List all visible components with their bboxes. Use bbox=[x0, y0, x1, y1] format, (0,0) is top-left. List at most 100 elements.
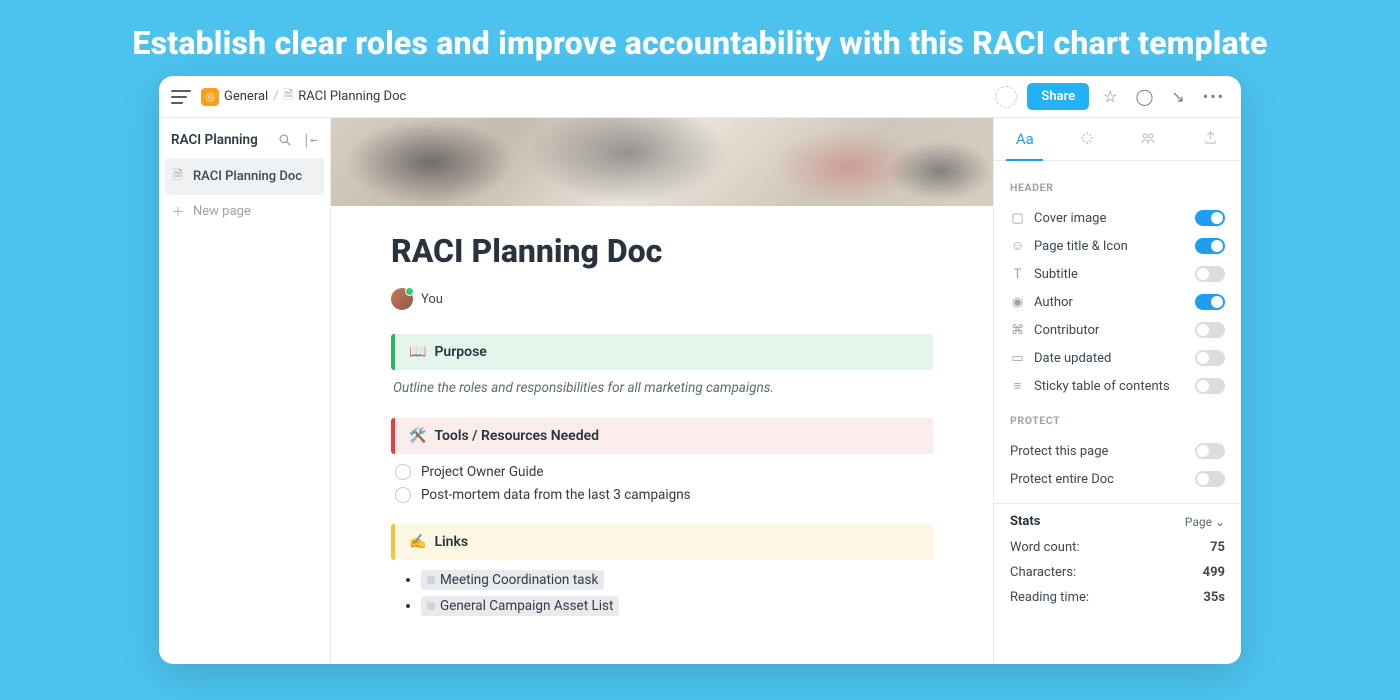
option-label: Cover image bbox=[1034, 211, 1106, 226]
collapse-sidebar-icon[interactable]: |← bbox=[302, 133, 318, 148]
breadcrumb-space: General bbox=[224, 89, 268, 104]
option-label: Subtitle bbox=[1034, 267, 1078, 282]
checkbox-icon[interactable] bbox=[395, 487, 411, 503]
option-label: Author bbox=[1034, 295, 1073, 310]
more-icon[interactable]: ••• bbox=[1199, 87, 1229, 106]
breadcrumb[interactable]: ◎ General / 🗎 RACI Planning Doc bbox=[201, 86, 406, 107]
plus-icon: ＋ bbox=[171, 203, 185, 220]
purpose-heading: Purpose bbox=[434, 344, 486, 360]
toggle-cover-image[interactable] bbox=[1195, 210, 1225, 226]
author-name: You bbox=[421, 292, 443, 307]
app-window: ◎ General / 🗎 RACI Planning Doc Share ☆ … bbox=[159, 76, 1241, 664]
stat-value: 75 bbox=[1210, 540, 1225, 555]
breadcrumb-doc: RACI Planning Doc bbox=[298, 89, 406, 104]
option-cover-image: ▢ Cover image bbox=[1010, 204, 1225, 232]
toggle-date-updated[interactable] bbox=[1195, 350, 1225, 366]
task-chip[interactable]: General Campaign Asset List bbox=[421, 596, 619, 616]
person-icon: ◉ bbox=[1010, 295, 1025, 310]
tab-share[interactable] bbox=[1179, 118, 1241, 160]
stat-label: Characters: bbox=[1010, 565, 1076, 580]
list-icon: ≡ bbox=[1010, 378, 1025, 394]
document-body[interactable]: RACI Planning Doc You 📖 Purpose Outline … bbox=[331, 206, 993, 664]
stat-word-count: Word count: 75 bbox=[1010, 535, 1225, 560]
star-icon[interactable]: ☆ bbox=[1099, 87, 1121, 106]
tab-text-style[interactable]: Aa bbox=[994, 118, 1056, 160]
stat-reading-time: Reading time: 35s bbox=[1010, 585, 1225, 610]
sidebar-item-raci-planning-doc[interactable]: 🗎 RACI Planning Doc bbox=[165, 158, 324, 195]
calendar-icon: ▭ bbox=[1010, 351, 1025, 366]
stat-value: 499 bbox=[1203, 565, 1225, 580]
book-icon: 📖 bbox=[409, 344, 426, 360]
stat-characters: Characters: 499 bbox=[1010, 560, 1225, 585]
task-chip[interactable]: Meeting Coordination task bbox=[421, 570, 604, 590]
doc-icon: 🗎 bbox=[171, 166, 185, 187]
tab-collaborators[interactable] bbox=[1118, 118, 1180, 160]
cover-image[interactable] bbox=[331, 118, 993, 206]
links-list: Meeting Coordination task General Campai… bbox=[421, 570, 933, 616]
toggle-author[interactable] bbox=[1195, 294, 1225, 310]
toggle-subtitle[interactable] bbox=[1195, 266, 1225, 282]
option-protect-doc: Protect entire Doc bbox=[1010, 465, 1225, 493]
stats-title: Stats bbox=[1010, 514, 1040, 529]
avatar[interactable] bbox=[391, 288, 413, 310]
option-label: Protect entire Doc bbox=[1010, 472, 1114, 487]
stat-label: Reading time: bbox=[1010, 590, 1089, 605]
search-icon[interactable] bbox=[278, 133, 292, 148]
option-label: Date updated bbox=[1034, 351, 1111, 366]
progress-indicator-icon[interactable] bbox=[995, 86, 1017, 108]
checklist-item[interactable]: Project Owner Guide bbox=[395, 464, 933, 480]
chevron-down-icon: ⌄ bbox=[1215, 515, 1225, 529]
checkbox-icon[interactable] bbox=[395, 464, 411, 480]
list-item[interactable]: Meeting Coordination task bbox=[421, 570, 933, 590]
links-block[interactable]: ✍️ Links bbox=[391, 524, 933, 560]
page-title[interactable]: RACI Planning Doc bbox=[391, 232, 933, 270]
export-icon[interactable]: ↘ bbox=[1167, 87, 1188, 106]
people-icon: ⌘ bbox=[1010, 323, 1025, 338]
text-icon: T bbox=[1010, 267, 1025, 282]
comment-icon[interactable]: ◯ bbox=[1131, 87, 1157, 106]
option-label: Page title & Icon bbox=[1034, 239, 1128, 254]
smile-icon: ☺ bbox=[1010, 238, 1025, 254]
writing-hand-icon: ✍️ bbox=[409, 534, 426, 550]
purpose-body[interactable]: Outline the roles and responsibilities f… bbox=[393, 380, 933, 396]
hero-headline: Establish clear roles and improve accoun… bbox=[0, 0, 1400, 76]
menu-icon[interactable] bbox=[171, 90, 191, 104]
purpose-block[interactable]: 📖 Purpose bbox=[391, 334, 933, 370]
tools-heading: Tools / Resources Needed bbox=[434, 428, 599, 444]
option-page-title-icon: ☺ Page title & Icon bbox=[1010, 232, 1225, 260]
links-heading: Links bbox=[434, 534, 468, 550]
header-section-label: HEADER bbox=[1010, 181, 1225, 194]
tab-ai[interactable] bbox=[1056, 118, 1118, 160]
image-icon: ▢ bbox=[1010, 211, 1025, 226]
option-protect-page: Protect this page bbox=[1010, 437, 1225, 465]
option-author: ◉ Author bbox=[1010, 288, 1225, 316]
protect-section-label: PROTECT bbox=[1010, 414, 1225, 427]
inspector-tabs: Aa bbox=[994, 118, 1241, 161]
toggle-protect-doc[interactable] bbox=[1195, 471, 1225, 487]
tools-icon: 🛠️ bbox=[409, 428, 426, 444]
sidebar-item-label: RACI Planning Doc bbox=[193, 169, 302, 184]
tools-block[interactable]: 🛠️ Tools / Resources Needed bbox=[391, 418, 933, 454]
list-item[interactable]: General Campaign Asset List bbox=[421, 596, 933, 616]
option-label: Sticky table of contents bbox=[1034, 379, 1170, 394]
share-button[interactable]: Share bbox=[1027, 83, 1089, 110]
space-badge-icon: ◎ bbox=[201, 88, 219, 106]
sidebar: RACI Planning |← 🗎 RACI Planning Doc ＋ N… bbox=[159, 118, 331, 664]
topbar: ◎ General / 🗎 RACI Planning Doc Share ☆ … bbox=[159, 76, 1241, 118]
option-date-updated: ▭ Date updated bbox=[1010, 344, 1225, 372]
sidebar-item-new-page[interactable]: ＋ New page bbox=[159, 195, 330, 228]
toggle-contributor[interactable] bbox=[1195, 322, 1225, 338]
toggle-sticky-toc[interactable] bbox=[1195, 378, 1225, 394]
stat-value: 35s bbox=[1203, 590, 1225, 605]
main-content: RACI Planning Doc You 📖 Purpose Outline … bbox=[331, 118, 993, 664]
toggle-page-title-icon[interactable] bbox=[1195, 238, 1225, 254]
breadcrumb-separator: / bbox=[273, 89, 278, 104]
toggle-protect-page[interactable] bbox=[1195, 443, 1225, 459]
stats-scope-select[interactable]: Page ⌄ bbox=[1185, 515, 1225, 529]
checklist-label: Post-mortem data from the last 3 campaig… bbox=[421, 487, 691, 503]
option-sticky-toc: ≡ Sticky table of contents bbox=[1010, 372, 1225, 400]
sidebar-title: RACI Planning bbox=[171, 132, 258, 148]
inspector-panel: Aa HEADER ▢Cover image ☺Page tit bbox=[993, 118, 1241, 664]
author-row: You bbox=[391, 288, 933, 310]
checklist-item[interactable]: Post-mortem data from the last 3 campaig… bbox=[395, 487, 933, 503]
